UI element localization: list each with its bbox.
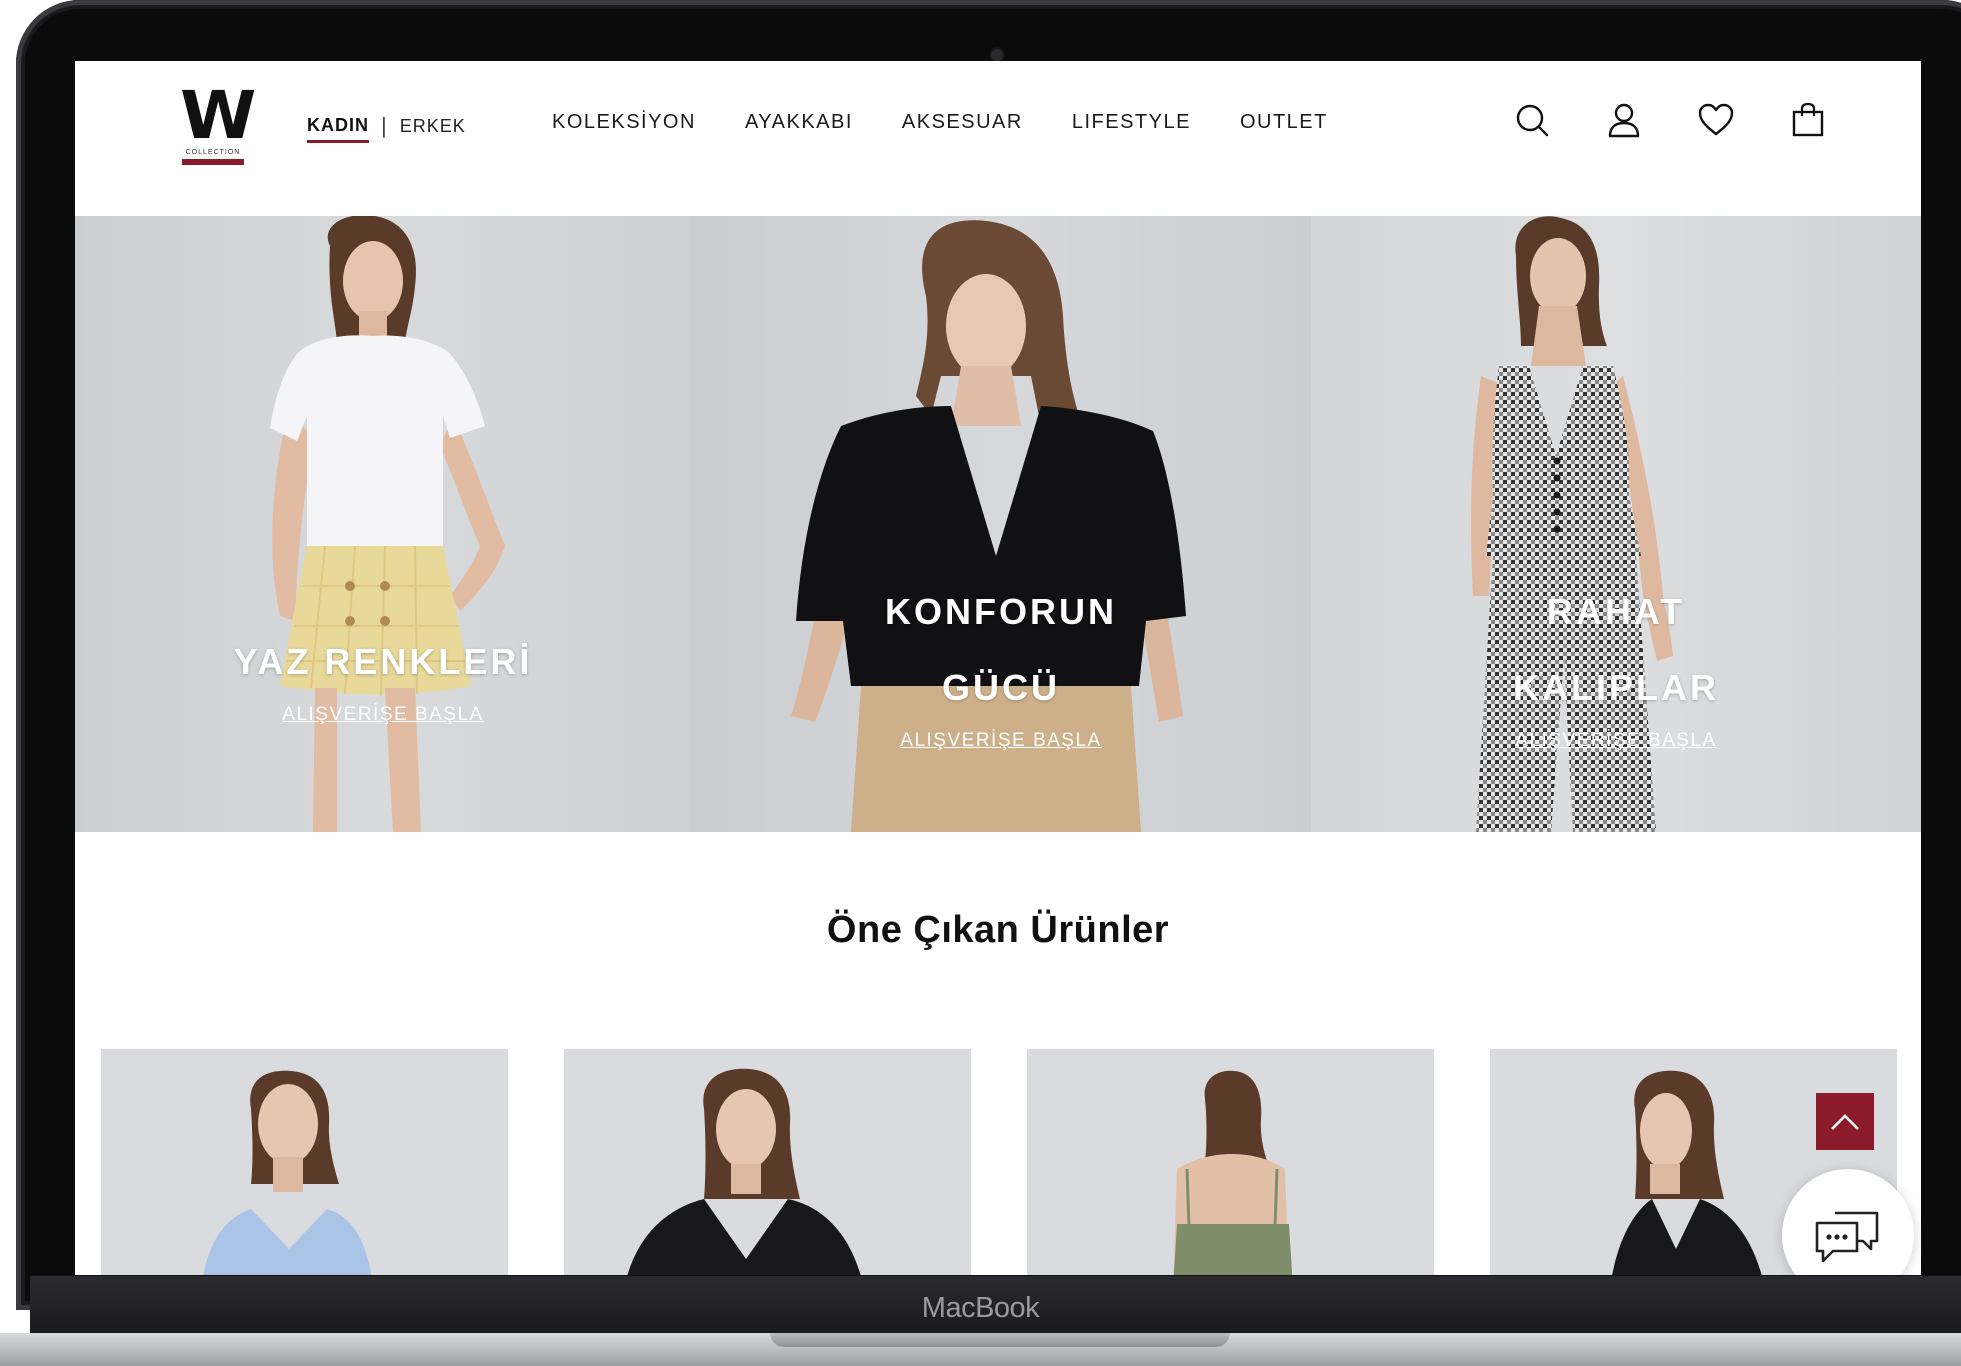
- hero-caption: RAHAT KALIPLAR ALIŞVERİŞE BAŞLA: [1311, 574, 1921, 752]
- gender-switch: KADIN | ERKEK: [307, 113, 466, 145]
- hero-panel-comfort[interactable]: KONFORUN GÜCÜ ALIŞVERİŞE BAŞLA: [691, 216, 1311, 832]
- gender-separator: |: [381, 113, 388, 138]
- nav-item-ayakkabi[interactable]: AYAKKABI: [745, 111, 853, 134]
- hero-title-line2: KALIPLAR: [1513, 667, 1719, 708]
- nav-item-aksesuar[interactable]: AKSESUAR: [902, 111, 1023, 134]
- nav-item-koleksiyon[interactable]: KOLEKSİYON: [552, 111, 696, 134]
- shop-now-link[interactable]: ALIŞVERİŞE BAŞLA: [282, 704, 483, 726]
- hero-title-line1: RAHAT: [1546, 591, 1686, 632]
- laptop-notch: [770, 1333, 1230, 1347]
- hero-banner: YAZ RENKLERİ ALIŞVERİŞE BAŞLA KONFORUN G…: [75, 216, 1921, 832]
- shop-now-link[interactable]: ALIŞVERİŞE BAŞLA: [1515, 730, 1716, 752]
- hero-caption: KONFORUN GÜCÜ ALIŞVERİŞE BAŞLA: [691, 574, 1311, 752]
- brand-logo[interactable]: W COLLECTION: [173, 77, 256, 165]
- cart-button[interactable]: [1789, 101, 1827, 139]
- shop-now-link[interactable]: ALIŞVERİŞE BAŞLA: [900, 730, 1101, 752]
- search-button[interactable]: [1513, 101, 1551, 139]
- hero-panel-summer[interactable]: YAZ RENKLERİ ALIŞVERİŞE BAŞLA: [75, 216, 691, 832]
- user-icon: [1608, 103, 1640, 138]
- product-image: [1173, 1070, 1293, 1275]
- search-icon: [1516, 104, 1549, 137]
- nav-item-lifestyle[interactable]: LIFESTYLE: [1072, 111, 1191, 134]
- featured-products-title: Öne Çıkan Ürünler: [826, 909, 1170, 951]
- hero-panel-relaxed[interactable]: RAHAT KALIPLAR ALIŞVERİŞE BAŞLA: [1311, 216, 1921, 832]
- gender-women-link[interactable]: KADIN: [307, 115, 369, 143]
- product-image: [203, 1070, 372, 1275]
- product-grid: [101, 1049, 1897, 1275]
- logo-bar: [182, 159, 244, 165]
- product-image: [627, 1068, 861, 1275]
- wishlist-button[interactable]: [1697, 101, 1735, 139]
- logo-letter: W: [180, 77, 256, 154]
- browser-screen: W COLLECTION KADIN | ERKEK KOLEKSİYON AY…: [75, 61, 1921, 1275]
- chat-bubbles-icon: [1815, 1211, 1879, 1263]
- gender-men-link[interactable]: ERKEK: [400, 116, 466, 143]
- site-header: W COLLECTION KADIN | ERKEK KOLEKSİYON AY…: [75, 61, 1921, 216]
- nav-item-outlet[interactable]: OUTLET: [1240, 111, 1328, 134]
- chevron-up-icon: [1831, 1113, 1859, 1130]
- account-button[interactable]: [1605, 101, 1643, 139]
- main-nav: KOLEKSİYON AYAKKABI AKSESUAR LIFESTYLE O…: [552, 111, 1328, 134]
- header-actions: [1513, 101, 1827, 139]
- hero-title-line1: KONFORUN: [885, 591, 1117, 632]
- scroll-to-top-button[interactable]: [1816, 1093, 1874, 1150]
- product-card[interactable]: [101, 1049, 508, 1275]
- hero-title-line2: GÜCÜ: [942, 667, 1060, 708]
- heart-icon: [1698, 103, 1734, 136]
- product-card[interactable]: [1027, 1049, 1434, 1275]
- model-photo: [270, 216, 505, 832]
- shopping-bag-icon: [1792, 102, 1824, 137]
- product-card[interactable]: [564, 1049, 971, 1275]
- webcam: [991, 49, 1003, 61]
- hero-title-line1: YAZ RENKLERİ: [233, 641, 533, 682]
- laptop-brand-label: MacBook: [921, 1292, 1040, 1324]
- hero-caption: YAZ RENKLERİ ALIŞVERİŞE BAŞLA: [75, 624, 691, 726]
